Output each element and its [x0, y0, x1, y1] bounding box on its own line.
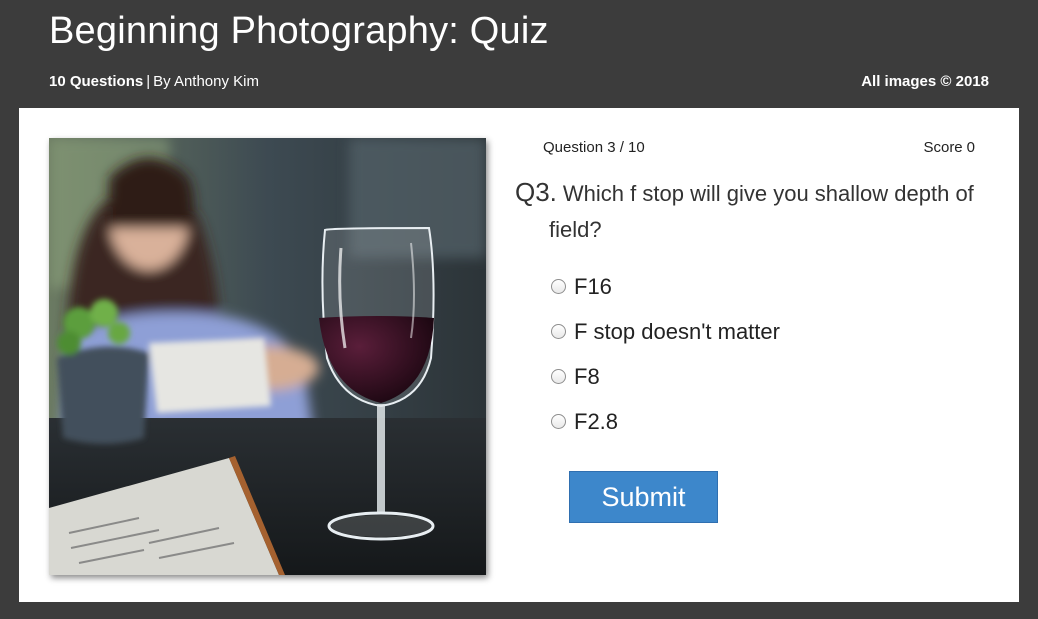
byline-separator: | — [146, 73, 151, 90]
author-name: By Anthony Kim — [153, 73, 259, 90]
question-count: 10 Questions — [49, 73, 144, 90]
copyright-notice: All images © 2018 — [861, 73, 989, 90]
answer-option[interactable]: F2.8 — [551, 399, 780, 444]
score-label: Score — [923, 139, 963, 156]
question-number: Q3. — [515, 177, 557, 207]
radio-button[interactable] — [551, 414, 566, 429]
answer-label: F2.8 — [574, 408, 619, 434]
answer-label: F stop doesn't matter — [574, 318, 780, 344]
question-prompt: Which f stop will give you shallow depth… — [549, 181, 974, 242]
page-header: Beginning Photography: Quiz 10 Questions… — [0, 0, 1038, 108]
radio-button[interactable] — [551, 279, 566, 294]
quiz-byline: 10 Questions | By Anthony Kim — [49, 73, 259, 90]
score-value: 0 — [966, 139, 975, 156]
radio-button[interactable] — [551, 369, 566, 384]
answer-list: F16 F stop doesn't matter F8 F2.8 — [551, 264, 780, 444]
answer-label: F8 — [574, 363, 600, 389]
page-title: Beginning Photography: Quiz — [49, 10, 549, 52]
answer-label: F16 — [574, 273, 612, 299]
wine-glass-photo — [49, 138, 486, 575]
quiz-card: Question 3 / 10 Score 0 Q3. Which f stop w… — [19, 108, 1019, 602]
question-progress: Question 3 / 10 — [543, 139, 645, 156]
question-panel: Question 3 / 10 Score 0 Q3. Which f stop w… — [513, 136, 993, 556]
answer-option[interactable]: F8 — [551, 354, 780, 399]
answer-option[interactable]: F stop doesn't matter — [551, 309, 780, 354]
score-display: Score 0 — [923, 139, 975, 156]
photo-illustration — [49, 138, 486, 575]
radio-button[interactable] — [551, 324, 566, 339]
answer-option[interactable]: F16 — [551, 264, 780, 309]
question-text: Q3. Which f stop will give you shallow de… — [515, 174, 985, 248]
submit-button[interactable]: Submit — [569, 471, 718, 523]
